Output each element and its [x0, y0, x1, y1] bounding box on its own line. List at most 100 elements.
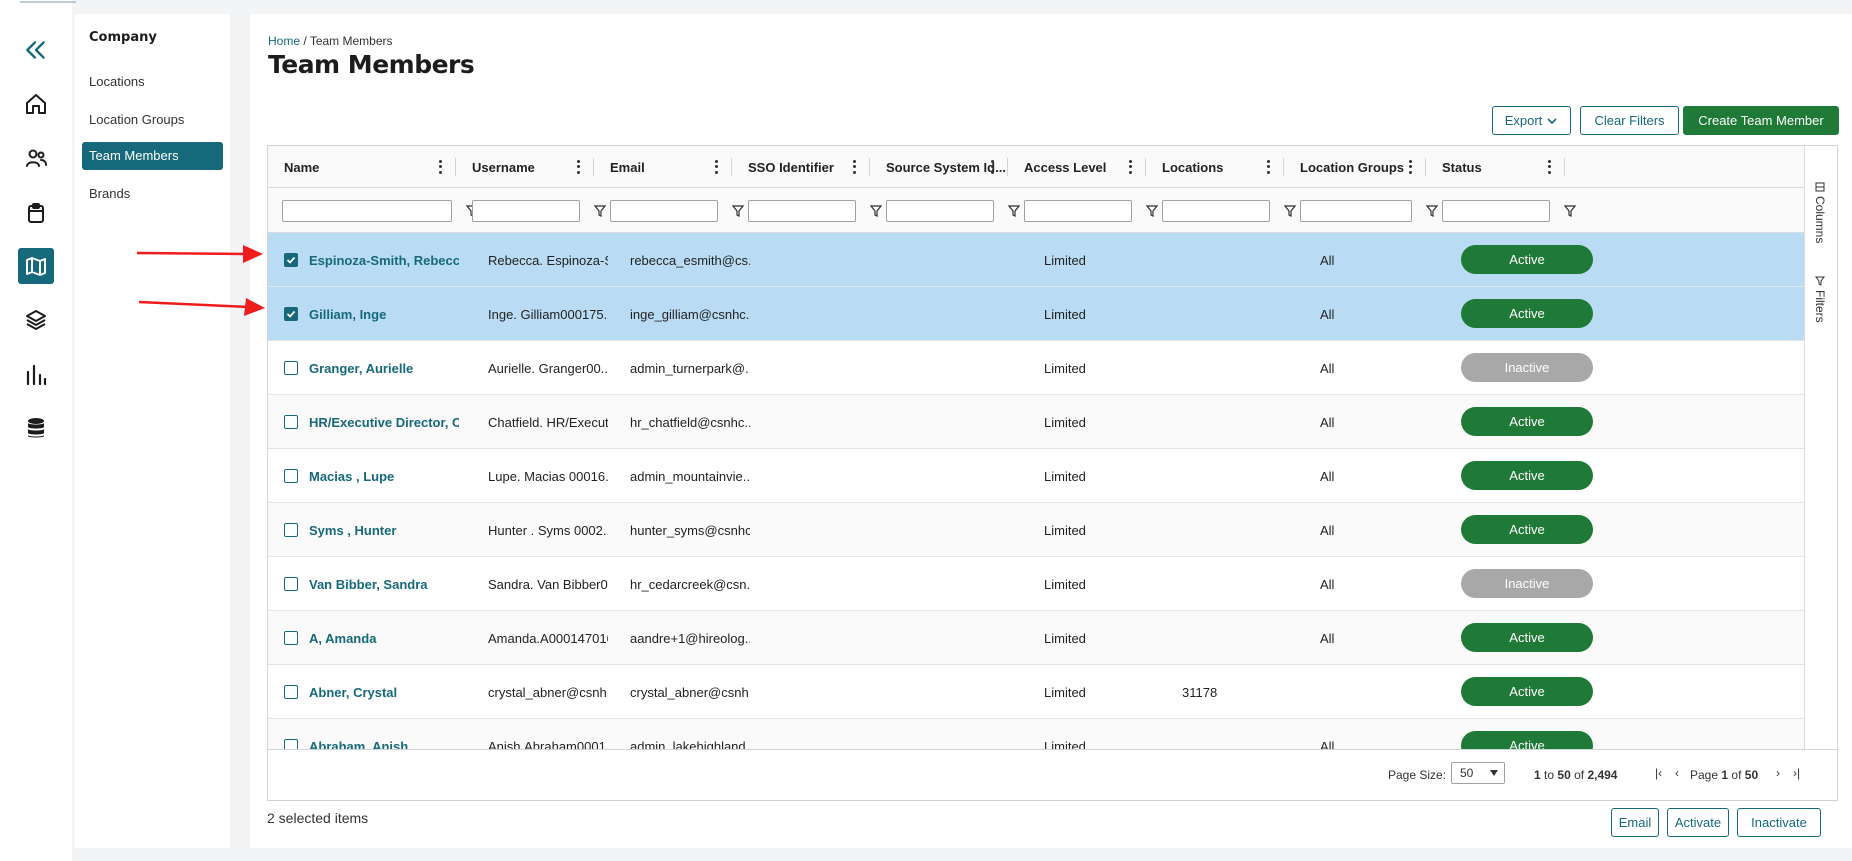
sso-cell — [768, 341, 888, 395]
filter-icon[interactable] — [870, 205, 882, 217]
nav-map[interactable] — [18, 248, 54, 284]
table-row[interactable]: A, Amanda Amanda.A000147016 aandre+1@hir… — [268, 611, 1804, 665]
email-button[interactable]: Email — [1611, 808, 1659, 837]
filter-icon[interactable] — [1284, 205, 1296, 217]
filter-icon[interactable] — [1426, 205, 1438, 217]
table-row[interactable]: Syms , Hunter Hunter . Syms 0002... hunt… — [268, 503, 1804, 557]
export-button[interactable]: Export — [1492, 106, 1571, 135]
table-row[interactable]: Macias , Lupe Lupe. Macias 00016... admi… — [268, 449, 1804, 503]
table-row[interactable]: Van Bibber, Sandra Sandra. Van Bibber0..… — [268, 557, 1804, 611]
name-link[interactable]: Abraham, Anish — [309, 719, 459, 750]
activate-button[interactable]: Activate — [1667, 808, 1729, 837]
username-cell: Anish.Abraham0001... — [488, 738, 608, 750]
row-checkbox[interactable] — [284, 469, 298, 483]
nav-clipboard[interactable] — [18, 195, 54, 231]
location-groups-filter-input[interactable] — [1300, 200, 1412, 222]
columns-panel-tab[interactable]: Columns — [1813, 182, 1827, 243]
next-page-icon[interactable]: › — [1776, 766, 1780, 780]
name-filter-input[interactable] — [282, 200, 452, 222]
nav-database[interactable] — [18, 410, 54, 446]
username-cell: Lupe. Macias 00016... — [488, 468, 608, 484]
table-row[interactable]: Abner, Crystal crystal_abner@csnh... cry… — [268, 665, 1804, 719]
row-checkbox[interactable] — [284, 631, 298, 645]
name-link[interactable]: A, Amanda — [309, 611, 459, 665]
chevrons-left-icon — [26, 41, 45, 59]
first-page-icon[interactable]: |‹ — [1655, 766, 1662, 780]
email-filter-input[interactable] — [610, 200, 718, 222]
nav-home[interactable] — [18, 86, 54, 122]
nav-reports[interactable] — [18, 357, 54, 393]
subnav-item-team-members[interactable]: Team Members — [82, 142, 223, 170]
columns-icon — [1815, 182, 1825, 192]
access-level-cell: Limited — [1044, 738, 1086, 750]
filter-icon[interactable] — [732, 205, 744, 217]
locations-cell — [1182, 449, 1302, 503]
clipboard-icon — [28, 203, 44, 223]
column-menu-icon[interactable] — [1405, 159, 1415, 175]
range-of-word: of — [1574, 768, 1585, 782]
name-link[interactable]: Granger, Aurielle — [309, 341, 459, 395]
collapse-button[interactable] — [18, 32, 54, 68]
name-link[interactable]: Espinoza-Smith, Rebecca — [309, 233, 459, 287]
breadcrumb-home-link[interactable]: Home — [268, 34, 300, 48]
subnav-item-location-groups[interactable]: Location Groups — [82, 106, 223, 134]
column-menu-icon[interactable] — [1263, 159, 1273, 175]
row-checkbox[interactable] — [284, 523, 298, 537]
table-row[interactable]: Gilliam, Inge Inge. Gilliam000175... ing… — [268, 287, 1804, 341]
filter-icon[interactable] — [1146, 205, 1158, 217]
subnav-item-locations[interactable]: Locations — [82, 68, 223, 96]
nav-layers[interactable] — [18, 302, 54, 338]
name-link[interactable]: Van Bibber, Sandra — [309, 557, 459, 611]
email-cell: admin_turnerpark@... — [630, 360, 750, 376]
column-menu-icon[interactable] — [573, 159, 583, 175]
sso-filter-input[interactable] — [748, 200, 856, 222]
username-filter-input[interactable] — [472, 200, 580, 222]
name-link[interactable]: Syms , Hunter — [309, 503, 459, 557]
locations-cell — [1182, 233, 1302, 287]
column-menu-icon[interactable] — [1125, 159, 1135, 175]
table-row[interactable]: HR/Executive Director, C... Chatfield. H… — [268, 395, 1804, 449]
page-count: 50 — [1744, 768, 1759, 782]
filter-icon[interactable] — [594, 205, 606, 217]
column-menu-icon[interactable] — [435, 159, 445, 175]
row-checkbox[interactable] — [284, 361, 298, 375]
subnav-item-brands[interactable]: Brands — [82, 180, 223, 208]
filter-icon[interactable] — [1564, 205, 1576, 217]
prev-page-icon[interactable]: ‹ — [1675, 766, 1679, 780]
check-icon — [286, 256, 296, 264]
create-team-member-button[interactable]: Create Team Member — [1683, 106, 1839, 135]
column-header-name[interactable]: Name — [268, 146, 454, 188]
status-filter-input[interactable] — [1442, 200, 1550, 222]
name-link[interactable]: HR/Executive Director, C... — [309, 395, 459, 449]
page-size-select[interactable]: 50 — [1451, 762, 1505, 784]
clear-filters-button[interactable]: Clear Filters — [1580, 106, 1679, 135]
filter-icon[interactable] — [1008, 205, 1020, 217]
inactivate-button[interactable]: Inactivate — [1737, 808, 1821, 837]
table-row[interactable]: Granger, Aurielle Aurielle. Granger00...… — [268, 341, 1804, 395]
row-checkbox[interactable] — [284, 307, 298, 321]
row-checkbox[interactable] — [284, 415, 298, 429]
locations-cell — [1182, 287, 1302, 341]
team-members-grid: Name Username Email SSO Identifier Sourc… — [267, 145, 1838, 801]
row-checkbox[interactable] — [284, 739, 298, 749]
nav-users[interactable] — [18, 140, 54, 176]
row-checkbox[interactable] — [284, 253, 298, 267]
name-link[interactable]: Macias , Lupe — [309, 449, 459, 503]
table-row[interactable]: Espinoza-Smith, Rebecca Rebecca. Espinoz… — [268, 233, 1804, 287]
column-menu-icon[interactable] — [987, 159, 997, 175]
column-menu-icon[interactable] — [711, 159, 721, 175]
name-link[interactable]: Gilliam, Inge — [309, 287, 459, 341]
table-row[interactable]: Abraham, Anish Anish.Abraham0001... admi… — [268, 719, 1804, 749]
row-checkbox[interactable] — [284, 577, 298, 591]
last-page-icon[interactable]: ›| — [1793, 766, 1800, 780]
row-checkbox[interactable] — [284, 685, 298, 699]
column-menu-icon[interactable] — [1544, 159, 1554, 175]
location-groups-cell: All — [1320, 468, 1335, 484]
access-level-filter-input[interactable] — [1024, 200, 1132, 222]
filters-panel-tab[interactable]: Filters — [1813, 276, 1827, 323]
source-system-filter-input[interactable] — [886, 200, 994, 222]
name-link[interactable]: Abner, Crystal — [309, 665, 459, 719]
locations-filter-input[interactable] — [1162, 200, 1270, 222]
column-resize-handle[interactable] — [1564, 158, 1565, 176]
column-menu-icon[interactable] — [849, 159, 859, 175]
